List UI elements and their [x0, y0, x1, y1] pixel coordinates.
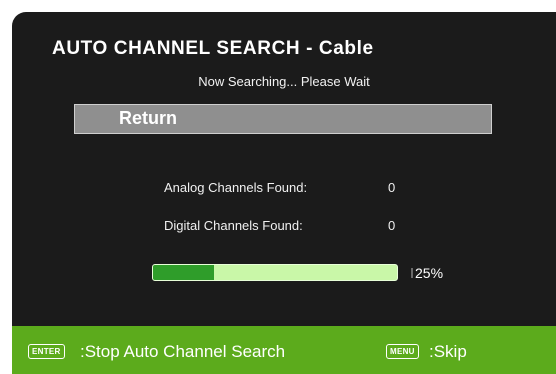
- digital-channels-label: Digital Channels Found:: [164, 218, 303, 233]
- stop-search-hint: :Stop Auto Channel Search: [80, 342, 286, 361]
- analog-channels-count: 0: [388, 180, 396, 195]
- enter-key-icon[interactable]: ENTER: [28, 344, 65, 359]
- progress-bar: [152, 264, 398, 281]
- progress-bar-fill: [153, 265, 214, 280]
- menu-key-icon[interactable]: MENU: [386, 344, 419, 359]
- return-button[interactable]: Return: [74, 104, 492, 134]
- digital-channels-count: 0: [388, 218, 396, 233]
- search-status-text: Now Searching... Please Wait: [198, 74, 370, 89]
- analog-channels-label: Analog Channels Found:: [164, 180, 308, 195]
- skip-hint: :Skip: [429, 342, 467, 361]
- key-hint-bar: ENTER :Stop Auto Channel Search MENU :Sk…: [12, 326, 556, 374]
- osd-screen: AUTO CHANNEL SEARCH - Cable Now Searchin…: [12, 12, 556, 374]
- progress-percent: 25%: [415, 265, 444, 281]
- page-title: AUTO CHANNEL SEARCH - Cable: [52, 38, 374, 59]
- progress-marker: [411, 268, 413, 278]
